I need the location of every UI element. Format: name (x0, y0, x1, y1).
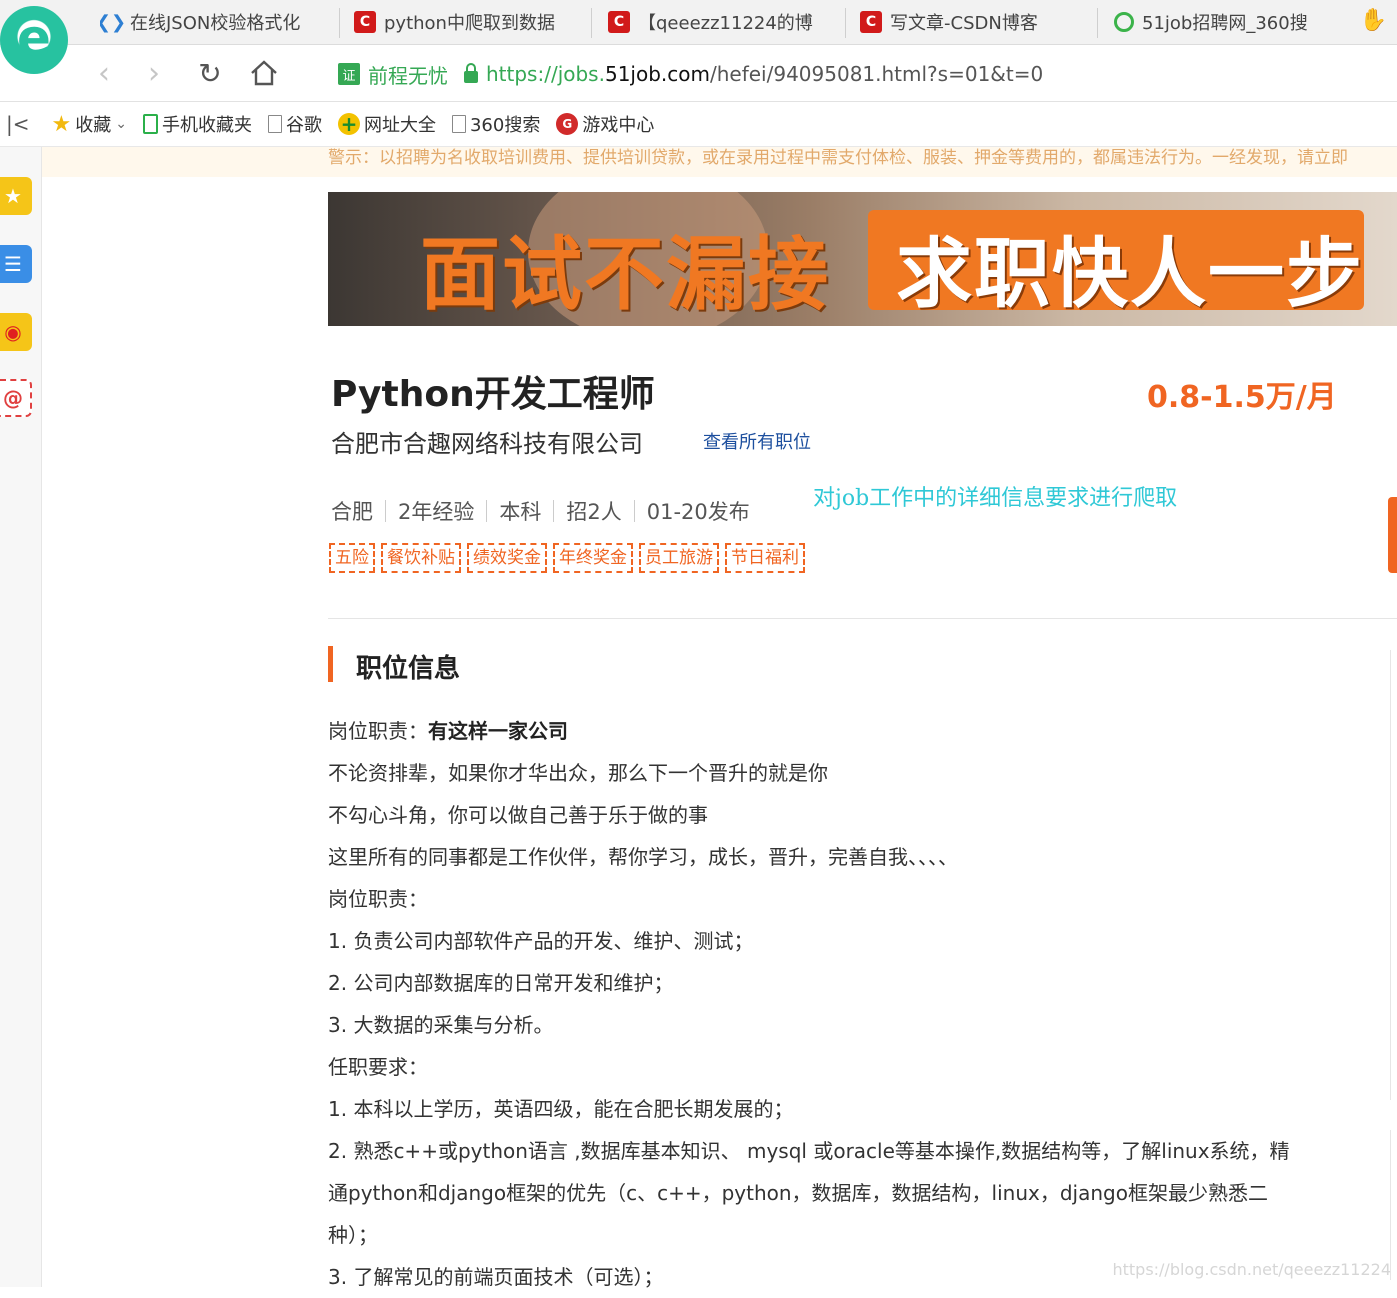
description-line: 1. 本科以上学历，英语四级，能在合肥长期发展的； (328, 1097, 794, 1121)
benefit-tag: 员工旅游 (639, 543, 719, 573)
page-icon (267, 115, 282, 133)
game-icon: G (556, 113, 579, 135)
description-line: 不论资排辈，如果你才华出众，那么下一个晋升的就是你 (328, 761, 828, 785)
bookmark-url-directory[interactable]: + 网址大全 (337, 111, 436, 137)
description-line: 岗位职责：有这样一家公司 (328, 719, 568, 743)
benefit-tag: 节日福利 (725, 543, 805, 573)
banner-left-text: 面试不漏接 (420, 227, 830, 321)
back-button[interactable]: ‹ (86, 55, 122, 91)
banner-right-text: 求职快人一步 (896, 229, 1364, 318)
divider (328, 618, 1397, 619)
benefit-tag: 绩效奖金 (467, 543, 547, 573)
url-field[interactable]: 证 前程无忧 https://jobs.51job.com/hefei/9409… (338, 57, 1043, 91)
so360-icon (1114, 12, 1134, 32)
json-icon: ❮❯ (100, 11, 127, 33)
description-line: 不勾心斗角，你可以做自己善于乐于做的事 (328, 803, 708, 827)
tab-label: python中爬取到数据 (384, 13, 555, 34)
description-line: 任职要求： (328, 1055, 428, 1079)
right-panel-edge (1390, 650, 1397, 1100)
tab-label: 【qeeezz11224的博 (638, 13, 813, 34)
description-line: 2. 熟悉c++或python语言 ,数据库基本知识、 mysql 或oracl… (328, 1139, 1290, 1163)
tab-bar: ❮❯ 在线JSON校验格式化 C python中爬取到数据 C 【qeeezz1… (0, 0, 1397, 45)
bookmark-favorites[interactable]: ★ 收藏 ⌄ (52, 111, 127, 137)
tab-csdn-write[interactable]: C 写文章-CSDN博客 (860, 0, 1098, 44)
tab-csdn-blog[interactable]: C 【qeeezz11224的博 (608, 0, 846, 44)
url-text: https://jobs.51job.com/hefei/94095081.ht… (486, 62, 1044, 86)
bookmark-mobile[interactable]: 手机收藏夹 (142, 111, 252, 137)
benefit-tag: 餐饮补贴 (381, 543, 461, 573)
bookmark-google[interactable]: 谷歌 (267, 111, 322, 137)
description-line: 岗位职责： (328, 887, 428, 911)
tab-label: 写文章-CSDN博客 (890, 13, 1038, 34)
description-line: 3. 大数据的采集与分析。 (328, 1013, 554, 1037)
description-line: 这里所有的同事都是工作伙伴，帮你学习，成长，晋升，完善自我、、、、 (328, 845, 958, 869)
job-meta: 合肥 2年经验 本科 招2人 01-20发布 (331, 496, 750, 526)
home-button[interactable] (246, 55, 282, 91)
news-icon[interactable]: ☰ (0, 245, 32, 283)
description-line: 通python和django框架的优先（c、c++，python，数据库，数据结… (328, 1181, 1268, 1205)
meta-education: 本科 (499, 500, 542, 524)
plus-icon: + (337, 112, 360, 136)
site-name: 前程无忧 (368, 63, 448, 88)
benefit-tag: 五险 (329, 543, 375, 573)
tab-label: 在线JSON校验格式化 (130, 13, 301, 34)
meta-headcount: 招2人 (566, 500, 622, 524)
refresh-button[interactable]: ↻ (192, 55, 228, 91)
meta-posted-date: 01-20发布 (646, 500, 750, 524)
side-float-tab[interactable] (1388, 497, 1397, 573)
salary: 0.8-1.5万/月 (1147, 380, 1337, 415)
mail-icon[interactable]: @ (0, 379, 32, 417)
description-line: 2. 公司内部数据库的日常开发和维护； (328, 971, 674, 995)
job-description: 岗位职责：有这样一家公司 不论资排辈，如果你才华出众，那么下一个晋升的就是你 不… (328, 710, 1328, 1298)
address-bar: ‹ › ↻ 证 前程无忧 https://jobs.51job.com/hefe… (0, 45, 1397, 102)
benefit-tags: 五险 餐饮补贴 绩效奖金 年终奖金 员工旅游 节日福利 (329, 543, 805, 573)
lock-icon (464, 63, 478, 83)
meta-location: 合肥 (331, 500, 373, 524)
left-sidebar: ★ ☰ ◉ @ (0, 147, 42, 1287)
chevron-down-icon: ⌄ (115, 116, 127, 132)
favorites-star-icon[interactable]: ★ (0, 177, 32, 215)
tab-json[interactable]: ❮❯ 在线JSON校验格式化 (100, 0, 340, 44)
tab-csdn-python[interactable]: C python中爬取到数据 (354, 0, 592, 44)
home-icon (251, 60, 277, 86)
star-icon: ★ (51, 111, 72, 137)
weibo-icon[interactable]: ◉ (0, 313, 32, 351)
bookmark-game-center[interactable]: G 游戏中心 (556, 111, 654, 137)
job-title: Python开发工程师 (331, 374, 655, 415)
warning-banner: 警示：以招聘为名收取培训费用、提供培训贷款，或在录用过程中需支付体检、服装、押金… (42, 147, 1397, 177)
ad-banner[interactable]: 面试不漏接 求职快人一步 (328, 192, 1397, 326)
csdn-icon: C (608, 11, 630, 33)
bookmark-360-search[interactable]: 360搜索 (451, 111, 540, 137)
annotation-note: 对job工作中的详细信息要求进行爬取 (813, 486, 1178, 511)
bookmarks-bar: |< ★ 收藏 ⌄ 手机收藏夹 谷歌 + 网址大全 360搜索 G 游戏中心 (0, 102, 1397, 147)
certificate-icon: 证 (338, 63, 360, 85)
browser-logo-icon[interactable]: e (0, 6, 68, 74)
page-icon (451, 115, 466, 133)
right-panel-edge (1390, 1130, 1397, 1280)
forward-button[interactable]: › (136, 55, 172, 91)
collapse-sidebar-icon[interactable]: |< (6, 112, 30, 136)
tab-label: 51job招聘网_360搜 (1142, 13, 1308, 34)
tab-51job[interactable]: 51job招聘网_360搜 (1114, 0, 1314, 44)
section-accent-bar (328, 646, 333, 682)
watermark: https://blog.csdn.net/qeeezz11224 (1112, 1260, 1391, 1279)
csdn-icon: C (354, 11, 376, 33)
csdn-icon: C (860, 11, 882, 33)
meta-experience: 2年经验 (398, 500, 475, 524)
view-all-jobs-link[interactable]: 查看所有职位 (703, 428, 811, 454)
description-line: 1. 负责公司内部软件产品的开发、维护、测试； (328, 929, 754, 953)
section-title: 职位信息 (356, 654, 461, 684)
description-line: 种）； (328, 1223, 378, 1247)
hand-icon[interactable]: ✋ (1360, 8, 1387, 33)
phone-icon (142, 114, 158, 134)
benefit-tag: 年终奖金 (553, 543, 633, 573)
company-name[interactable]: 合肥市合趣网络科技有限公司 (331, 424, 643, 459)
